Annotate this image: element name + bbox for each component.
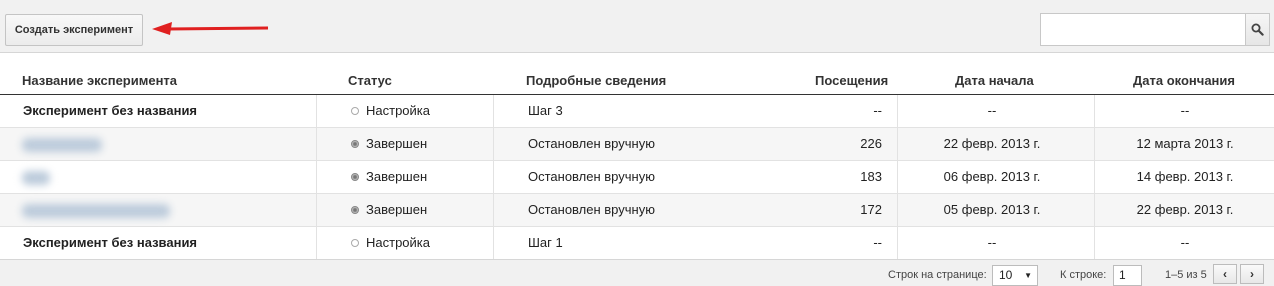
search-icon — [1251, 23, 1264, 36]
end-date-cell: -- — [1180, 235, 1190, 250]
chevron-left-icon: ‹ — [1223, 267, 1227, 281]
experiment-name-link[interactable]: Эксперимент без названия — [23, 95, 197, 127]
status-cell: Завершен — [351, 161, 427, 193]
details-cell: Остановлен вручную — [528, 136, 655, 151]
page-range-text: 1–5 из 5 — [1165, 269, 1207, 281]
column-header-details[interactable]: Подробные сведения — [526, 73, 666, 88]
table-row[interactable]: Эксперимент без названия Настройка Шаг 1… — [0, 227, 1274, 260]
status-cell: Настройка — [351, 95, 430, 127]
status-cell: Завершен — [351, 194, 427, 226]
visits-cell: 226 — [860, 136, 882, 151]
status-setup-icon — [351, 107, 359, 115]
redacted-name — [22, 171, 50, 185]
next-page-button[interactable]: › — [1240, 264, 1264, 284]
end-date-cell: -- — [1180, 103, 1190, 118]
toolbar: Создать эксперимент — [0, 0, 1274, 53]
end-date-cell: 12 марта 2013 г. — [1136, 136, 1234, 151]
end-date-cell: 22 февр. 2013 г. — [1136, 202, 1234, 217]
start-date-cell: 22 февр. 2013 г. — [943, 136, 1041, 151]
status-done-icon — [351, 173, 359, 181]
column-header-end-date[interactable]: Дата окончания — [1133, 73, 1235, 88]
pagination-bar: Строк на странице: 10 ▼ К строке: 1 1–5 … — [0, 259, 1274, 286]
table-row[interactable]: Эксперимент без названия Настройка Шаг 3… — [0, 95, 1274, 128]
goto-row-input[interactable]: 1 — [1113, 265, 1142, 286]
rows-per-page-label: Строк на странице: — [888, 269, 987, 281]
details-cell: Остановлен вручную — [528, 202, 655, 217]
rows-per-page-value: 10 — [999, 268, 1013, 282]
table-header: Название эксперимента Статус Подробные с… — [0, 53, 1274, 95]
search-input[interactable] — [1040, 13, 1246, 46]
visits-cell: -- — [873, 103, 882, 118]
table-row[interactable]: Завершен Остановлен вручную 172 05 февр.… — [0, 194, 1274, 227]
status-cell: Завершен — [351, 128, 427, 160]
end-date-cell: 14 февр. 2013 г. — [1136, 169, 1234, 184]
details-cell: Шаг 1 — [528, 235, 563, 250]
chevron-right-icon: › — [1250, 267, 1254, 281]
create-experiment-button[interactable]: Создать эксперимент — [5, 14, 143, 46]
status-text: Завершен — [366, 202, 428, 217]
status-done-icon — [351, 140, 359, 148]
experiment-name-link[interactable]: Эксперимент без названия — [23, 227, 197, 259]
status-text: Настройка — [366, 235, 430, 250]
previous-page-button[interactable]: ‹ — [1213, 264, 1237, 284]
table-row[interactable]: Завершен Остановлен вручную 183 06 февр.… — [0, 161, 1274, 194]
redacted-name — [22, 204, 170, 218]
visits-cell: 172 — [860, 202, 882, 217]
column-header-status[interactable]: Статус — [348, 73, 392, 88]
red-arrow-annotation — [152, 22, 269, 35]
visits-cell: -- — [873, 235, 882, 250]
details-cell: Шаг 3 — [528, 103, 563, 118]
chevron-down-icon: ▼ — [1024, 271, 1032, 280]
rows-per-page-select[interactable]: 10 ▼ — [992, 265, 1038, 286]
table-row[interactable]: Завершен Остановлен вручную 226 22 февр.… — [0, 128, 1274, 161]
start-date-cell: -- — [987, 103, 997, 118]
start-date-cell: -- — [987, 235, 997, 250]
status-text: Завершен — [366, 136, 428, 151]
start-date-cell: 05 февр. 2013 г. — [943, 202, 1041, 217]
redacted-name — [22, 138, 102, 152]
start-date-cell: 06 февр. 2013 г. — [943, 169, 1041, 184]
goto-row-label: К строке: — [1060, 269, 1107, 281]
column-header-visits[interactable]: Посещения — [815, 73, 888, 88]
column-header-start-date[interactable]: Дата начала — [955, 73, 1034, 88]
status-text: Завершен — [366, 169, 428, 184]
status-cell: Настройка — [351, 227, 430, 259]
column-header-name[interactable]: Название эксперимента — [22, 73, 177, 88]
details-cell: Остановлен вручную — [528, 169, 655, 184]
status-text: Настройка — [366, 103, 430, 118]
visits-cell: 183 — [860, 169, 882, 184]
status-setup-icon — [351, 239, 359, 247]
status-done-icon — [351, 206, 359, 214]
search-button[interactable] — [1245, 13, 1270, 46]
